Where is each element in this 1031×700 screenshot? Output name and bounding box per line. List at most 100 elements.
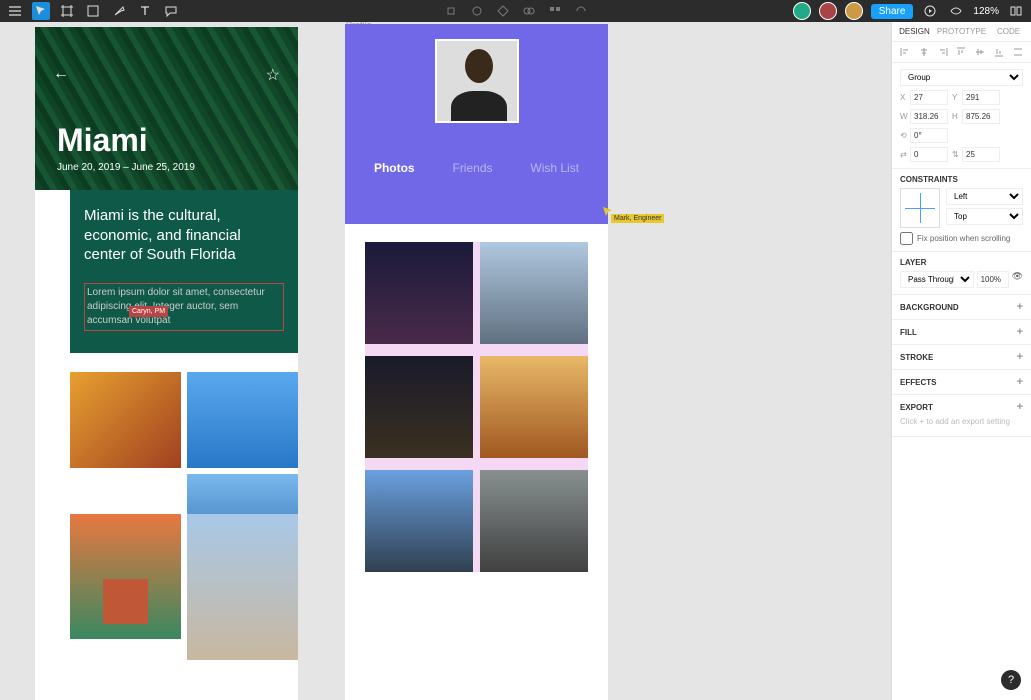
align-hcenter-icon[interactable] <box>919 47 929 57</box>
constraint-h-select[interactable]: Left <box>946 188 1023 205</box>
input-x[interactable] <box>910 90 948 105</box>
tab-prototype[interactable]: PROTOTYPE <box>937 22 986 41</box>
favorite-icon[interactable]: ☆ <box>266 65 280 85</box>
text-tool-icon[interactable] <box>136 2 154 20</box>
align-icon[interactable] <box>546 2 564 20</box>
photo-grid-2 <box>365 242 588 572</box>
union-icon[interactable] <box>494 2 512 20</box>
input-h[interactable] <box>962 109 1000 124</box>
frame-profile[interactable]: Photos Friends Wish List Mark, Engineer <box>345 24 608 700</box>
help-button[interactable]: ? <box>1001 670 1021 690</box>
tab-code[interactable]: CODE <box>986 22 1031 41</box>
align-top-icon[interactable] <box>956 47 966 57</box>
export-section: EXPORT + Click + to add an export setting <box>892 395 1031 437</box>
photo-bridge[interactable] <box>365 470 473 572</box>
thumb-beach[interactable] <box>187 372 298 468</box>
info-body-selected[interactable]: Lorem ipsum dolor sit amet, consectetur … <box>84 283 284 331</box>
add-effect-button[interactable]: + <box>1017 376 1023 388</box>
background-section: BACKGROUND + <box>892 295 1031 320</box>
collaborator-tag-engineer: Mark, Engineer <box>611 214 664 223</box>
profile-portrait[interactable] <box>435 39 519 123</box>
stroke-section: STROKE + <box>892 345 1031 370</box>
thumb-person[interactable] <box>187 514 298 660</box>
visibility-icon[interactable]: 👁 <box>1012 271 1023 288</box>
boolean-icon[interactable] <box>520 2 538 20</box>
collaborator-tag-pm: Caryn, PM <box>129 306 168 318</box>
share-button[interactable]: Share <box>871 4 914 19</box>
canvas[interactable]: Profile ← ☆ Miami June 20, 2019 – June 2… <box>0 22 891 700</box>
export-heading: EXPORT <box>900 403 933 412</box>
layer-section: LAYER Pass Through 👁 <box>892 252 1031 295</box>
menu-icon[interactable] <box>6 2 24 20</box>
input-radius-y[interactable] <box>962 147 1000 162</box>
add-export-button[interactable]: + <box>1017 401 1023 413</box>
transform-section: Group X Y W H ⟲ ⇄ ⇅ <box>892 63 1031 169</box>
photo-neon[interactable] <box>365 242 473 344</box>
effects-heading: EFFECTS <box>900 378 936 387</box>
zoom-level[interactable]: 128% <box>973 6 999 17</box>
fix-scroll-checkbox[interactable]: Fix position when scrolling <box>900 232 1023 245</box>
label-x: X <box>900 93 908 102</box>
align-bottom-icon[interactable] <box>994 47 1004 57</box>
thumb-architecture[interactable] <box>70 372 181 468</box>
info-card: Miami is the cultural, economic, and fin… <box>70 190 298 353</box>
tab-wishlist[interactable]: Wish List <box>530 161 579 175</box>
view-icon[interactable] <box>947 2 965 20</box>
input-radius-x[interactable] <box>910 147 948 162</box>
distribute-icon[interactable] <box>1013 47 1023 57</box>
top-toolbar: Share 128% <box>0 0 1031 22</box>
avatar-user-3[interactable] <box>845 2 863 20</box>
constraint-widget[interactable] <box>900 188 940 228</box>
constraint-v-select[interactable]: Top <box>946 208 1023 225</box>
photo-dark[interactable] <box>365 356 473 458</box>
add-fill-button[interactable]: + <box>1017 326 1023 338</box>
effects-section: EFFECTS + <box>892 370 1031 395</box>
shape-tool-icon[interactable] <box>84 2 102 20</box>
input-rotation[interactable] <box>910 128 948 143</box>
input-y[interactable] <box>962 90 1000 105</box>
align-right-icon[interactable] <box>938 47 948 57</box>
photo-road[interactable] <box>480 470 588 572</box>
label-w: W <box>900 112 908 121</box>
hero-image: ← ☆ Miami June 20, 2019 – June 25, 2019 <box>35 27 298 190</box>
avatar-user-1[interactable] <box>793 2 811 20</box>
add-stroke-button[interactable]: + <box>1017 351 1023 363</box>
constraints-section: CONSTRAINTS Left Top Fix position when s… <box>892 169 1031 252</box>
tab-design[interactable]: DESIGN <box>892 22 937 41</box>
frame-miami[interactable]: ← ☆ Miami June 20, 2019 – June 25, 2019 … <box>35 27 298 700</box>
align-vcenter-icon[interactable] <box>975 47 985 57</box>
constraints-heading: CONSTRAINTS <box>900 175 1023 184</box>
comment-tool-icon[interactable] <box>162 2 180 20</box>
avatar-user-2[interactable] <box>819 2 837 20</box>
label-h: H <box>952 112 960 121</box>
fill-section: FILL + <box>892 320 1031 345</box>
input-w[interactable] <box>910 109 948 124</box>
fill-heading: FILL <box>900 328 917 337</box>
library-icon[interactable] <box>1007 2 1025 20</box>
flip-h-icon[interactable]: ⇄ <box>900 150 908 159</box>
frame-tool-icon[interactable] <box>58 2 76 20</box>
reset-icon[interactable] <box>572 2 590 20</box>
present-icon[interactable] <box>921 2 939 20</box>
component-icon[interactable] <box>442 2 460 20</box>
move-tool-icon[interactable] <box>32 2 50 20</box>
pen-tool-icon[interactable] <box>110 2 128 20</box>
back-icon[interactable]: ← <box>53 65 69 85</box>
background-heading: BACKGROUND <box>900 303 959 312</box>
photo-desert[interactable] <box>480 356 588 458</box>
mask-icon[interactable] <box>468 2 486 20</box>
photo-castle[interactable] <box>480 242 588 344</box>
opacity-input[interactable] <box>977 271 1009 288</box>
flip-v-icon[interactable]: ⇅ <box>952 150 960 159</box>
tab-friends[interactable]: Friends <box>452 161 492 175</box>
add-background-button[interactable]: + <box>1017 301 1023 313</box>
align-left-icon[interactable] <box>900 47 910 57</box>
blend-mode-select[interactable]: Pass Through <box>900 271 974 288</box>
tab-photos[interactable]: Photos <box>374 161 415 175</box>
thumb-lifeguard[interactable] <box>70 514 181 639</box>
collaborator-cursor: Mark, Engineer <box>603 204 613 222</box>
stroke-heading: STROKE <box>900 353 933 362</box>
export-hint: Click + to add an export setting <box>900 413 1023 430</box>
alignment-row <box>892 42 1031 63</box>
element-type-select[interactable]: Group <box>900 69 1023 86</box>
